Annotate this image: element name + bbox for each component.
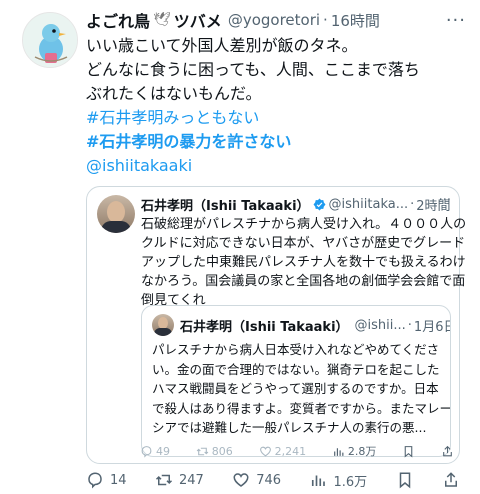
- dove-icon: 🕊: [153, 12, 171, 28]
- hashtag-link[interactable]: #石井孝明の暴力を許さない: [86, 130, 468, 154]
- views-button[interactable]: 1.6万: [309, 471, 367, 490]
- quoted-author-name[interactable]: 石井孝明（Ishii Takaaki）: [141, 195, 310, 214]
- quoted-view-count: 2.8万: [347, 445, 377, 458]
- repost-button[interactable]: 247: [155, 471, 204, 489]
- tweet-text-line: ぶれたくはないもんだ。: [86, 84, 262, 103]
- quoted-action-bar: 49 806 2,241 2.8万: [140, 442, 454, 460]
- quoted-tweet[interactable]: 石井孝明（Ishii Takaaki） @ishiitaka... · 2時間 …: [86, 186, 467, 464]
- share-button[interactable]: [442, 471, 460, 489]
- bookmark-button[interactable]: [396, 471, 414, 489]
- separator-dot: ·: [410, 196, 415, 212]
- reply-count: 14: [110, 472, 127, 488]
- quoted-text-line: 石破総理がパレスチナから病人受け入れ。４０００人の: [141, 217, 467, 232]
- quoted-author-avatar[interactable]: [97, 195, 135, 233]
- author-avatar-illustration: [23, 13, 77, 67]
- nested-text-line: シアでは避難した一般パレスチナ人の素行の悪...: [152, 420, 427, 435]
- quoted-like-button[interactable]: 2,241: [259, 444, 307, 458]
- tweet-body: いい歳こいて外国人差別が飯のタネ。 どんなに食うに困っても、人間、ここまで落ち …: [86, 34, 468, 178]
- quoted-views-button[interactable]: 2.8万: [332, 443, 377, 459]
- separator-dot: ·: [323, 11, 328, 29]
- tweet-text-line: いい歳こいて外国人差別が飯のタネ。: [86, 36, 358, 55]
- repost-count: 247: [178, 472, 204, 488]
- nested-tweet-timestamp[interactable]: 1月6日: [414, 316, 450, 335]
- quoted-tweet-body: 石破総理がパレスチナから病人受け入れ。４０００人の クルドに対応できない日本が、…: [141, 215, 467, 310]
- nested-text-line: ハマス戦闘員をどうやって選別するのですか。日本: [152, 381, 439, 396]
- views-icon: [312, 475, 326, 486]
- bookmark-icon: [399, 472, 410, 489]
- share-icon: [443, 445, 452, 456]
- nested-author-name[interactable]: 石井孝明（Ishii Takaaki）: [180, 316, 349, 335]
- quoted-more-options-icon[interactable]: ···: [439, 193, 451, 208]
- tweet-header: よごれ鳥 🕊 ツバメ @yogoretori · 16時間: [86, 8, 468, 32]
- mention-link[interactable]: @ishiitakaaki: [86, 154, 468, 178]
- views-icon: [334, 447, 344, 456]
- tweet-timestamp[interactable]: 16時間: [331, 10, 380, 31]
- quoted-like-count: 2,241: [274, 444, 307, 458]
- author-handle[interactable]: @yogoretori: [228, 11, 320, 29]
- quoted-tweet-header: 石井孝明（Ishii Takaaki） @ishiitaka... · 2時間: [141, 193, 451, 215]
- nested-text-line: で殺人はあり得ますよ。変質者ですから。またマレー: [152, 400, 451, 416]
- nested-text-line: パレスチナから病人日本受け入れなどやめてくださ: [152, 342, 440, 357]
- nested-author-handle[interactable]: @ishii...: [355, 318, 406, 333]
- more-options-icon[interactable]: ···: [446, 10, 466, 31]
- quoted-bookmark-button[interactable]: [402, 445, 415, 458]
- quoted-text-line: クルドに対応できない日本が、ヤバさが歴史でグレード: [141, 236, 466, 251]
- nested-tweet-header: 石井孝明（Ishii Takaaki） @ishii... · 1月6日: [180, 314, 450, 336]
- quoted-reply-button[interactable]: 49: [140, 445, 170, 458]
- nested-text-line: い。金の面で合理的ではない。猟奇テロを起こした: [152, 361, 440, 377]
- author-name-suffix[interactable]: ツバメ: [174, 8, 222, 32]
- bookmark-icon: [404, 445, 413, 458]
- tweet-action-bar: 14 247 746 1.6万: [86, 470, 460, 490]
- separator-dot: ·: [407, 317, 412, 333]
- reply-icon: [141, 445, 152, 458]
- repost-icon: [155, 474, 172, 486]
- like-button[interactable]: 746: [232, 471, 281, 489]
- quoted-text-line: なかろう。国会議員の家と全国各地の創価学会会館で面: [141, 274, 466, 289]
- quoted-author-handle[interactable]: @ishiitaka...: [329, 197, 409, 212]
- quoted-reply-count: 49: [156, 444, 170, 458]
- view-count: 1.6万: [333, 474, 368, 490]
- quoted-repost-button[interactable]: 806: [196, 445, 233, 458]
- author-name[interactable]: よごれ鳥: [86, 8, 150, 32]
- author-avatar[interactable]: [22, 12, 78, 68]
- nested-tweet-body: パレスチナから病人日本受け入れなどやめてくださ い。金の面で合理的ではない。猟奇…: [152, 340, 451, 438]
- reply-icon: [88, 472, 102, 489]
- share-icon: [445, 472, 457, 487]
- nested-author-avatar[interactable]: [152, 314, 174, 336]
- hashtag-link[interactable]: #石井孝明みっともない: [86, 106, 468, 130]
- quoted-text-line: アップした中東難民パレスチナ人を数十でも扱えるわけ: [141, 255, 466, 270]
- tweet-text-line: どんなに食うに困っても、人間、ここまで落ち: [86, 60, 420, 79]
- quoted-share-button[interactable]: [441, 445, 454, 458]
- like-count: 746: [256, 472, 282, 488]
- verified-badge-icon: [313, 198, 325, 210]
- quoted-repost-count: 806: [211, 444, 233, 458]
- heart-icon: [233, 473, 249, 487]
- reply-button[interactable]: 14: [86, 471, 127, 489]
- repost-icon: [196, 447, 209, 455]
- heart-icon: [259, 446, 271, 456]
- nested-quoted-tweet[interactable]: 石井孝明（Ishii Takaaki） @ishii... · 1月6日 パレス…: [141, 305, 451, 457]
